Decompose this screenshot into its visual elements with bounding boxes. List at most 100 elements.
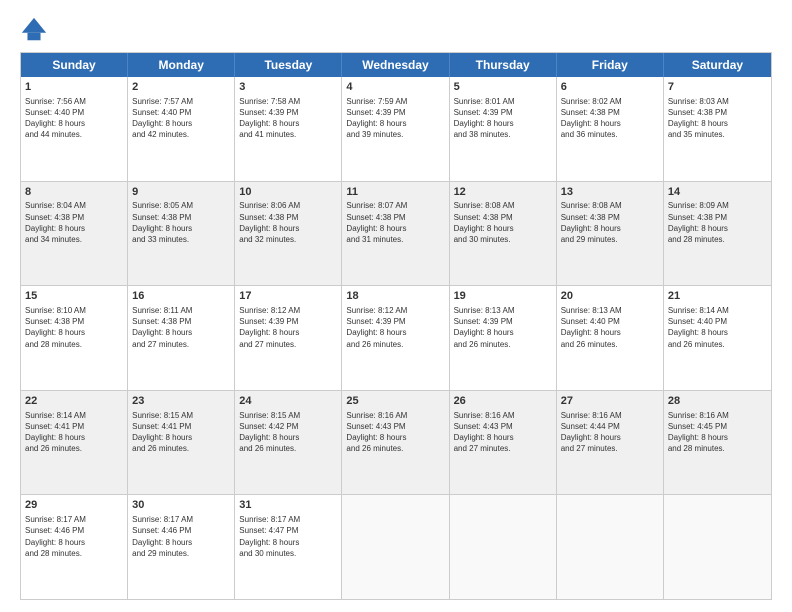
logo-icon <box>20 16 48 44</box>
day-number: 23 <box>132 394 230 409</box>
day-number: 22 <box>25 394 123 409</box>
day-cell-16: 16Sunrise: 8:11 AMSunset: 4:38 PMDayligh… <box>128 286 235 390</box>
day-number: 1 <box>25 80 123 95</box>
page: SundayMondayTuesdayWednesdayThursdayFrid… <box>0 0 792 612</box>
day-cell-13: 13Sunrise: 8:08 AMSunset: 4:38 PMDayligh… <box>557 182 664 286</box>
day-cell-26: 26Sunrise: 8:16 AMSunset: 4:43 PMDayligh… <box>450 391 557 495</box>
header-day-sunday: Sunday <box>21 53 128 77</box>
day-info: Sunrise: 8:07 AMSunset: 4:38 PMDaylight:… <box>346 200 444 245</box>
day-cell-28: 28Sunrise: 8:16 AMSunset: 4:45 PMDayligh… <box>664 391 771 495</box>
day-info: Sunrise: 8:02 AMSunset: 4:38 PMDaylight:… <box>561 96 659 141</box>
day-cell-23: 23Sunrise: 8:15 AMSunset: 4:41 PMDayligh… <box>128 391 235 495</box>
day-info: Sunrise: 8:08 AMSunset: 4:38 PMDaylight:… <box>454 200 552 245</box>
empty-cell <box>557 495 664 599</box>
day-cell-10: 10Sunrise: 8:06 AMSunset: 4:38 PMDayligh… <box>235 182 342 286</box>
day-number: 31 <box>239 498 337 513</box>
calendar-week-1: 1Sunrise: 7:56 AMSunset: 4:40 PMDaylight… <box>21 77 771 182</box>
day-info: Sunrise: 8:08 AMSunset: 4:38 PMDaylight:… <box>561 200 659 245</box>
calendar-week-3: 15Sunrise: 8:10 AMSunset: 4:38 PMDayligh… <box>21 286 771 391</box>
day-cell-1: 1Sunrise: 7:56 AMSunset: 4:40 PMDaylight… <box>21 77 128 181</box>
header-day-saturday: Saturday <box>664 53 771 77</box>
logo <box>20 16 52 44</box>
day-number: 13 <box>561 185 659 200</box>
calendar-week-5: 29Sunrise: 8:17 AMSunset: 4:46 PMDayligh… <box>21 495 771 599</box>
day-number: 20 <box>561 289 659 304</box>
header-day-thursday: Thursday <box>450 53 557 77</box>
day-number: 7 <box>668 80 767 95</box>
day-cell-7: 7Sunrise: 8:03 AMSunset: 4:38 PMDaylight… <box>664 77 771 181</box>
calendar: SundayMondayTuesdayWednesdayThursdayFrid… <box>20 52 772 600</box>
day-info: Sunrise: 8:06 AMSunset: 4:38 PMDaylight:… <box>239 200 337 245</box>
day-info: Sunrise: 8:16 AMSunset: 4:43 PMDaylight:… <box>454 410 552 455</box>
day-cell-17: 17Sunrise: 8:12 AMSunset: 4:39 PMDayligh… <box>235 286 342 390</box>
day-cell-5: 5Sunrise: 8:01 AMSunset: 4:39 PMDaylight… <box>450 77 557 181</box>
day-number: 30 <box>132 498 230 513</box>
day-info: Sunrise: 7:56 AMSunset: 4:40 PMDaylight:… <box>25 96 123 141</box>
day-info: Sunrise: 8:14 AMSunset: 4:40 PMDaylight:… <box>668 305 767 350</box>
empty-cell <box>342 495 449 599</box>
day-number: 28 <box>668 394 767 409</box>
day-number: 27 <box>561 394 659 409</box>
day-cell-19: 19Sunrise: 8:13 AMSunset: 4:39 PMDayligh… <box>450 286 557 390</box>
calendar-header: SundayMondayTuesdayWednesdayThursdayFrid… <box>21 53 771 77</box>
day-cell-6: 6Sunrise: 8:02 AMSunset: 4:38 PMDaylight… <box>557 77 664 181</box>
day-number: 24 <box>239 394 337 409</box>
day-info: Sunrise: 8:15 AMSunset: 4:42 PMDaylight:… <box>239 410 337 455</box>
day-cell-9: 9Sunrise: 8:05 AMSunset: 4:38 PMDaylight… <box>128 182 235 286</box>
calendar-week-2: 8Sunrise: 8:04 AMSunset: 4:38 PMDaylight… <box>21 182 771 287</box>
day-number: 18 <box>346 289 444 304</box>
day-number: 9 <box>132 185 230 200</box>
day-number: 11 <box>346 185 444 200</box>
day-cell-18: 18Sunrise: 8:12 AMSunset: 4:39 PMDayligh… <box>342 286 449 390</box>
day-info: Sunrise: 8:16 AMSunset: 4:44 PMDaylight:… <box>561 410 659 455</box>
day-cell-25: 25Sunrise: 8:16 AMSunset: 4:43 PMDayligh… <box>342 391 449 495</box>
day-number: 21 <box>668 289 767 304</box>
day-number: 19 <box>454 289 552 304</box>
day-cell-15: 15Sunrise: 8:10 AMSunset: 4:38 PMDayligh… <box>21 286 128 390</box>
day-number: 8 <box>25 185 123 200</box>
day-cell-14: 14Sunrise: 8:09 AMSunset: 4:38 PMDayligh… <box>664 182 771 286</box>
day-number: 4 <box>346 80 444 95</box>
day-info: Sunrise: 8:05 AMSunset: 4:38 PMDaylight:… <box>132 200 230 245</box>
empty-cell <box>664 495 771 599</box>
day-info: Sunrise: 8:17 AMSunset: 4:47 PMDaylight:… <box>239 514 337 559</box>
day-info: Sunrise: 8:12 AMSunset: 4:39 PMDaylight:… <box>239 305 337 350</box>
day-cell-31: 31Sunrise: 8:17 AMSunset: 4:47 PMDayligh… <box>235 495 342 599</box>
day-cell-30: 30Sunrise: 8:17 AMSunset: 4:46 PMDayligh… <box>128 495 235 599</box>
day-cell-22: 22Sunrise: 8:14 AMSunset: 4:41 PMDayligh… <box>21 391 128 495</box>
day-cell-12: 12Sunrise: 8:08 AMSunset: 4:38 PMDayligh… <box>450 182 557 286</box>
day-info: Sunrise: 8:16 AMSunset: 4:43 PMDaylight:… <box>346 410 444 455</box>
day-info: Sunrise: 8:13 AMSunset: 4:39 PMDaylight:… <box>454 305 552 350</box>
day-number: 5 <box>454 80 552 95</box>
day-number: 26 <box>454 394 552 409</box>
day-info: Sunrise: 8:11 AMSunset: 4:38 PMDaylight:… <box>132 305 230 350</box>
header-day-monday: Monday <box>128 53 235 77</box>
day-number: 16 <box>132 289 230 304</box>
day-cell-24: 24Sunrise: 8:15 AMSunset: 4:42 PMDayligh… <box>235 391 342 495</box>
day-number: 2 <box>132 80 230 95</box>
day-number: 10 <box>239 185 337 200</box>
day-cell-29: 29Sunrise: 8:17 AMSunset: 4:46 PMDayligh… <box>21 495 128 599</box>
day-info: Sunrise: 8:01 AMSunset: 4:39 PMDaylight:… <box>454 96 552 141</box>
header-day-tuesday: Tuesday <box>235 53 342 77</box>
day-info: Sunrise: 8:17 AMSunset: 4:46 PMDaylight:… <box>25 514 123 559</box>
day-info: Sunrise: 8:13 AMSunset: 4:40 PMDaylight:… <box>561 305 659 350</box>
day-cell-2: 2Sunrise: 7:57 AMSunset: 4:40 PMDaylight… <box>128 77 235 181</box>
day-number: 15 <box>25 289 123 304</box>
day-info: Sunrise: 7:58 AMSunset: 4:39 PMDaylight:… <box>239 96 337 141</box>
day-number: 29 <box>25 498 123 513</box>
day-cell-4: 4Sunrise: 7:59 AMSunset: 4:39 PMDaylight… <box>342 77 449 181</box>
day-number: 25 <box>346 394 444 409</box>
day-info: Sunrise: 8:15 AMSunset: 4:41 PMDaylight:… <box>132 410 230 455</box>
day-cell-21: 21Sunrise: 8:14 AMSunset: 4:40 PMDayligh… <box>664 286 771 390</box>
day-cell-11: 11Sunrise: 8:07 AMSunset: 4:38 PMDayligh… <box>342 182 449 286</box>
day-info: Sunrise: 8:17 AMSunset: 4:46 PMDaylight:… <box>132 514 230 559</box>
day-info: Sunrise: 8:09 AMSunset: 4:38 PMDaylight:… <box>668 200 767 245</box>
day-number: 17 <box>239 289 337 304</box>
day-info: Sunrise: 7:59 AMSunset: 4:39 PMDaylight:… <box>346 96 444 141</box>
header-day-wednesday: Wednesday <box>342 53 449 77</box>
day-info: Sunrise: 8:03 AMSunset: 4:38 PMDaylight:… <box>668 96 767 141</box>
day-info: Sunrise: 8:04 AMSunset: 4:38 PMDaylight:… <box>25 200 123 245</box>
day-info: Sunrise: 7:57 AMSunset: 4:40 PMDaylight:… <box>132 96 230 141</box>
header <box>20 16 772 44</box>
